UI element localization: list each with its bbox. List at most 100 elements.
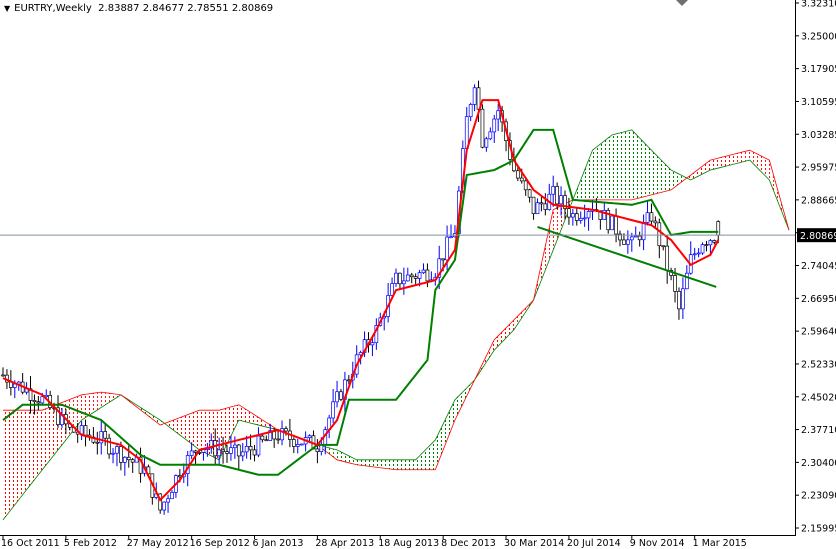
chart-title: ▼ EURTRY,Weekly 2.83887 2.84677 2.78551 2… — [4, 3, 273, 14]
candle-body — [637, 235, 642, 241]
ichimoku-cloud-segment — [431, 439, 436, 470]
candle-body — [252, 449, 257, 456]
ichimoku-cloud-segment — [612, 133, 617, 200]
candle-body — [193, 450, 198, 453]
ichimoku-cloud-segment — [631, 129, 636, 200]
price-tick-label: 2.15995 — [801, 524, 836, 535]
time-tick-label: 9 Nov 2014 — [630, 538, 685, 549]
candle-body — [413, 276, 418, 279]
symbol-label: EURTRY,Weekly — [14, 3, 92, 14]
candle-body — [515, 170, 520, 179]
candle-body — [551, 186, 556, 195]
price-tick-label: 2.37710 — [801, 425, 836, 436]
candle-body — [567, 208, 571, 218]
candle-body — [394, 272, 398, 284]
candle-body — [535, 202, 540, 215]
candle-body — [716, 221, 721, 236]
candle-body — [677, 291, 681, 310]
candle-body — [291, 439, 296, 447]
ichimoku-cloud-segment — [179, 416, 184, 438]
candle-body — [36, 401, 41, 404]
ichimoku-cloud-segment — [10, 410, 15, 510]
price-tick-label: 2.95975 — [801, 163, 836, 174]
price-tick-label: 3.25000 — [801, 31, 836, 42]
ichimoku-cloud-segment — [627, 129, 632, 200]
ichimoku-cloud-segment — [388, 459, 393, 470]
ichimoku-cloud-segment — [592, 147, 597, 200]
candle-body — [307, 435, 312, 438]
candle-body — [626, 239, 630, 245]
ichimoku-cloud-segment — [655, 154, 660, 194]
candle-body — [1, 374, 5, 377]
candle-body — [339, 391, 343, 400]
candle-body — [409, 274, 414, 278]
ichimoku-cloud-segment — [18, 410, 23, 500]
candle-body — [95, 441, 100, 444]
ichimoku-cloud-segment — [34, 410, 39, 480]
candle-body — [582, 217, 587, 220]
candle-body — [559, 195, 563, 205]
ichimoku-cloud-segment — [620, 131, 624, 200]
candle-body — [264, 439, 269, 442]
candle-body — [398, 272, 402, 285]
ichimoku-cloud-segment — [42, 408, 47, 470]
ichimoku-cloud-segment — [199, 410, 204, 452]
ichimoku-cloud-segment — [403, 459, 408, 470]
ichimoku-cloud-segment — [647, 146, 652, 196]
candle-body — [295, 444, 300, 447]
candle-body — [421, 269, 426, 274]
candle-body — [107, 437, 111, 455]
candle-body — [665, 245, 670, 271]
price-tick-label: 2.23090 — [801, 491, 836, 502]
ichimoku-cloud-segment — [73, 396, 78, 431]
price-chart[interactable]: 3.32310 3.25000 3.17905 3.10595 3.03285 2.959… — [0, 0, 836, 549]
candle-body — [610, 215, 615, 231]
candle-body — [484, 138, 489, 148]
candle-body — [712, 240, 717, 243]
ichimoku-cloud-segment — [663, 162, 668, 192]
candle-body — [480, 108, 485, 148]
ichimoku-cloud-segment — [191, 411, 196, 447]
ichimoku-cloud-segment — [757, 154, 762, 173]
candle-body — [122, 456, 127, 463]
candle-body — [335, 391, 339, 403]
ichimoku-cloud-segment — [576, 179, 581, 200]
candle-body — [704, 244, 709, 247]
candle-body — [696, 252, 701, 255]
candle-body — [166, 498, 170, 503]
high-value: 2.84677 — [142, 3, 185, 14]
candle-body — [126, 456, 131, 461]
ichimoku-cloud-segment — [651, 150, 656, 195]
ichimoku-cloud-segment — [93, 392, 98, 413]
time-tick-label: 16 Sep 2012 — [190, 538, 250, 549]
ichimoku-cloud-segment — [89, 393, 94, 416]
ichimoku-cloud-segment — [733, 153, 738, 165]
caret-down-icon[interactable]: ▼ — [4, 4, 10, 13]
candle-body — [32, 400, 37, 403]
candle-body — [649, 212, 654, 222]
price-tick-label: 2.52330 — [801, 359, 836, 370]
candle-body — [40, 396, 45, 404]
price-tick-label: 2.88665 — [801, 195, 836, 206]
candle-body — [449, 236, 453, 239]
ichimoku-cloud-segment — [737, 152, 742, 164]
candle-body — [543, 203, 548, 210]
scroll-marker-icon[interactable] — [676, 0, 688, 6]
candle-body — [331, 401, 335, 419]
ichimoku-cloud-segment — [22, 410, 27, 495]
ichimoku-cloud-segment — [50, 405, 55, 460]
candle-body — [248, 446, 253, 451]
candle-body — [119, 446, 123, 463]
candle-body — [402, 280, 406, 285]
ichimoku-cloud-segment — [384, 459, 389, 469]
price-tick-label: 2.59640 — [801, 327, 836, 338]
candle-body — [229, 447, 233, 454]
candle-body — [496, 110, 501, 120]
ichimoku-cloud-segment — [419, 451, 424, 470]
chart-window[interactable]: ▼ EURTRY,Weekly 2.83887 2.84677 2.78551 2… — [0, 0, 836, 549]
time-tick-label: 18 Aug 2013 — [378, 538, 439, 549]
candle-body — [425, 269, 430, 282]
time-tick-label: 8 Dec 2013 — [441, 538, 496, 549]
candle-body — [684, 272, 689, 290]
ichimoku-cloud-segment — [407, 459, 412, 470]
